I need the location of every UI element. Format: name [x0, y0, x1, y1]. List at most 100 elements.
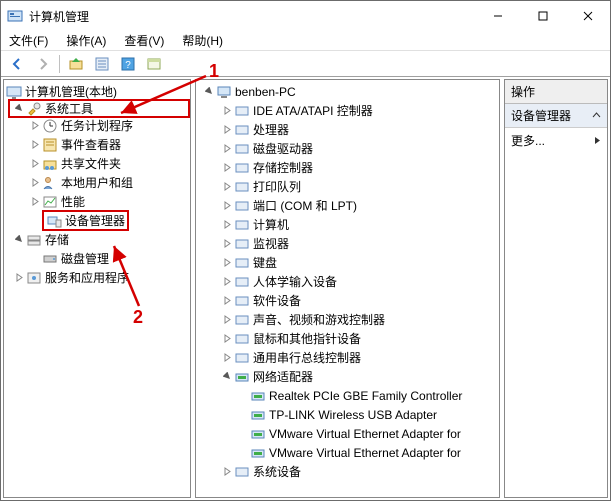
shared-folders-node[interactable]: 共享文件夹 [6, 154, 190, 173]
device-root[interactable]: benben-PC [198, 82, 499, 101]
tree-label: 处理器 [253, 121, 289, 138]
expand-icon[interactable] [220, 294, 234, 308]
expand-icon[interactable] [12, 233, 26, 247]
left-tree-pane[interactable]: 计算机管理(本地) 系统工具 任务计划程序 事件查看器 [3, 79, 191, 498]
forward-button[interactable] [31, 53, 55, 75]
expand-icon[interactable] [220, 142, 234, 156]
local-users-node[interactable]: 本地用户和组 [6, 173, 190, 192]
device-category[interactable]: 声音、视频和游戏控制器 [198, 310, 499, 329]
device-category[interactable]: 磁盘驱动器 [198, 139, 499, 158]
actions-more[interactable]: 更多... [505, 128, 607, 153]
app-icon [7, 8, 23, 24]
expand-icon[interactable] [220, 218, 234, 232]
device-icon [250, 407, 266, 423]
device-category[interactable]: 人体学输入设备 [198, 272, 499, 291]
up-button[interactable] [64, 53, 88, 75]
services-icon [26, 270, 42, 286]
expand-icon[interactable] [220, 332, 234, 346]
actions-more-label: 更多... [511, 132, 545, 149]
expand-icon[interactable] [28, 157, 42, 171]
device-category[interactable]: 监视器 [198, 234, 499, 253]
back-button[interactable] [5, 53, 29, 75]
device-icon [216, 84, 232, 100]
expand-icon[interactable] [220, 256, 234, 270]
expand-icon[interactable] [28, 119, 42, 133]
disk-mgmt-node[interactable]: 磁盘管理 [6, 249, 190, 268]
collapse-icon[interactable] [220, 370, 234, 384]
expand-icon[interactable] [220, 199, 234, 213]
tree-label: 通用串行总线控制器 [253, 349, 361, 366]
device-category[interactable]: 软件设备 [198, 291, 499, 310]
view-button[interactable] [142, 53, 166, 75]
actions-header: 操作 [505, 80, 607, 104]
expand-icon[interactable] [220, 161, 234, 175]
task-scheduler-node[interactable]: 任务计划程序 [6, 116, 190, 135]
device-icon [250, 388, 266, 404]
device-category[interactable]: 存储控制器 [198, 158, 499, 177]
event-viewer-node[interactable]: 事件查看器 [6, 135, 190, 154]
expand-icon[interactable] [220, 123, 234, 137]
tree-label: 端口 (COM 和 LPT) [253, 197, 357, 214]
performance-icon [42, 194, 58, 210]
tree-label: 磁盘管理 [61, 250, 109, 267]
expand-icon[interactable] [220, 351, 234, 365]
menu-file[interactable]: 文件(F) [5, 30, 52, 51]
device-category[interactable]: 端口 (COM 和 LPT) [198, 196, 499, 215]
device-tree-pane[interactable]: benben-PCIDE ATA/ATAPI 控制器处理器磁盘驱动器存储控制器打… [195, 79, 500, 498]
network-adapter-item[interactable]: VMware Virtual Ethernet Adapter for [198, 443, 499, 462]
network-adapters-node[interactable]: 网络适配器 [198, 367, 499, 386]
tree-label: 网络适配器 [253, 368, 313, 385]
network-adapter-item[interactable]: VMware Virtual Ethernet Adapter for [198, 424, 499, 443]
properties-button[interactable] [90, 53, 114, 75]
expand-icon[interactable] [220, 275, 234, 289]
minimize-button[interactable] [475, 1, 520, 31]
tree-label: 系统工具 [45, 100, 93, 117]
close-button[interactable] [565, 1, 610, 31]
expand-icon[interactable] [12, 102, 26, 116]
chevron-right-icon [594, 134, 601, 148]
actions-context[interactable]: 设备管理器 [505, 104, 607, 128]
tree-label: VMware Virtual Ethernet Adapter for [269, 427, 461, 441]
menu-view[interactable]: 查看(V) [120, 30, 168, 51]
toolbar: ? [1, 51, 610, 77]
device-category[interactable]: 处理器 [198, 120, 499, 139]
expand-icon[interactable] [220, 180, 234, 194]
menu-help[interactable]: 帮助(H) [178, 30, 227, 51]
expand-icon[interactable] [220, 104, 234, 118]
device-manager-node[interactable]: 设备管理器 [6, 211, 190, 230]
menu-action[interactable]: 操作(A) [62, 30, 110, 51]
expand-icon[interactable] [220, 465, 234, 479]
tree-label: 键盘 [253, 254, 277, 271]
device-icon [234, 255, 250, 271]
expand-icon[interactable] [220, 313, 234, 327]
expand-icon[interactable] [28, 176, 42, 190]
device-category[interactable]: 打印队列 [198, 177, 499, 196]
system-devices-node[interactable]: 系统设备 [198, 462, 499, 481]
device-category[interactable]: 键盘 [198, 253, 499, 272]
performance-node[interactable]: 性能 [6, 192, 190, 211]
help-button[interactable]: ? [116, 53, 140, 75]
device-category[interactable]: 鼠标和其他指针设备 [198, 329, 499, 348]
tree-label: 性能 [61, 193, 85, 210]
device-icon [234, 369, 250, 385]
tree-label: 声音、视频和游戏控制器 [253, 311, 385, 328]
device-category[interactable]: 计算机 [198, 215, 499, 234]
storage-node[interactable]: 存储 [6, 230, 190, 249]
tree-label: Realtek PCIe GBE Family Controller [269, 389, 462, 403]
device-icon [234, 350, 250, 366]
expand-icon[interactable] [220, 237, 234, 251]
collapse-icon[interactable] [202, 85, 216, 99]
expand-icon[interactable] [28, 195, 42, 209]
device-category[interactable]: IDE ATA/ATAPI 控制器 [198, 101, 499, 120]
expand-icon[interactable] [12, 271, 26, 285]
window-title: 计算机管理 [29, 8, 475, 25]
services-apps-node[interactable]: 服务和应用程序 [6, 268, 190, 287]
network-adapter-item[interactable]: TP-LINK Wireless USB Adapter [198, 405, 499, 424]
device-category[interactable]: 通用串行总线控制器 [198, 348, 499, 367]
svg-text:?: ? [125, 60, 131, 71]
expand-icon[interactable] [28, 138, 42, 152]
network-adapter-item[interactable]: Realtek PCIe GBE Family Controller [198, 386, 499, 405]
maximize-button[interactable] [520, 1, 565, 31]
tree-label: 监视器 [253, 235, 289, 252]
actions-context-label: 设备管理器 [511, 107, 571, 124]
